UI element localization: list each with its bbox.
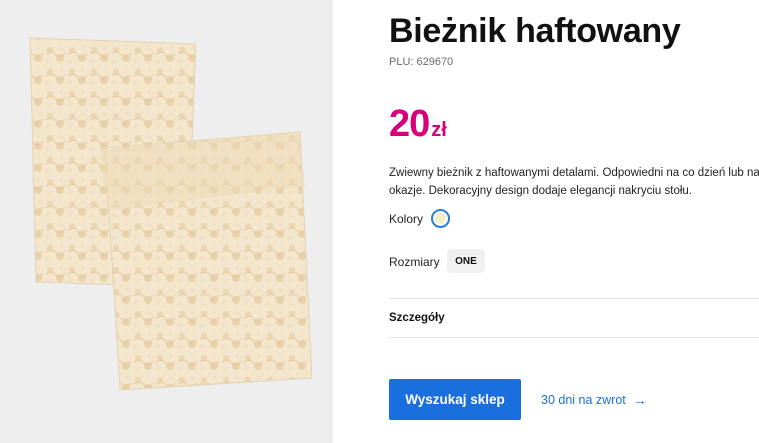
product-description: Zwiewny bieżnik z haftowanymi detalami. … <box>389 167 759 197</box>
size-option-one[interactable]: ONE <box>447 249 485 273</box>
product-image[interactable] <box>0 0 333 443</box>
product-title: Bieżnik haftowany <box>389 12 681 50</box>
arrow-right-icon: → <box>632 392 647 408</box>
sizes-label: Rozmiary <box>389 255 440 269</box>
returns-link-label: 30 dni na zwrot <box>541 393 626 407</box>
price-currency: zł <box>431 119 447 141</box>
product-info: Bieżnik haftowany PLU: 629670 20 zł Zwiewn… <box>389 0 759 443</box>
price-amount: 20 <box>389 103 430 145</box>
colors-label: Kolory <box>389 212 424 226</box>
returns-link[interactable]: 30 dni na zwrot → <box>541 392 647 408</box>
lace-runner-illustration <box>29 37 313 391</box>
color-swatch-selected[interactable] <box>431 209 450 228</box>
details-accordion[interactable]: Szczegóły <box>389 312 445 324</box>
plu-label: PLU: <box>389 56 414 68</box>
product-price: 20 zł <box>389 103 447 146</box>
details-divider-bottom <box>389 337 759 338</box>
details-divider-top <box>389 298 759 299</box>
find-store-button[interactable]: Wyszukaj sklep <box>389 379 521 420</box>
plu-value: 629670 <box>416 56 454 68</box>
plu-code: PLU: 629670 <box>389 56 453 68</box>
